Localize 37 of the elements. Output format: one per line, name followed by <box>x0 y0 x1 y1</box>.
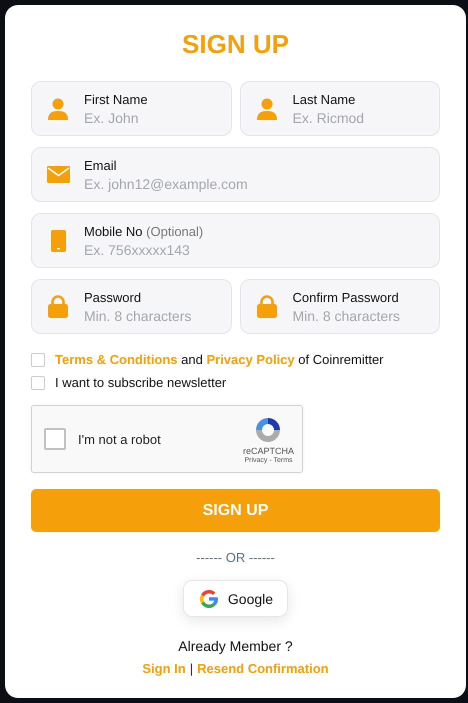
google-icon <box>198 588 220 610</box>
captcha-label: I'm not a robot <box>78 432 162 446</box>
person-icon <box>48 98 68 120</box>
field-label: Last Name <box>292 92 356 106</box>
text-input[interactable]: Min. 8 characters <box>292 308 439 324</box>
input-field[interactable]: First Name Ex. John <box>31 81 232 136</box>
text-input[interactable]: Ex. Ricmod <box>292 110 439 126</box>
person-icon <box>256 98 276 120</box>
lock-icon <box>48 295 68 318</box>
input-field[interactable]: Mobile No (Optional) Ex. 756xxxxx143 <box>31 213 440 268</box>
field-label: First Name <box>84 92 149 106</box>
member-text: Already Member ? <box>177 638 294 654</box>
field-label: Mobile No (Optional) <box>84 224 204 238</box>
or-divider: ------ OR ------ <box>195 550 276 565</box>
google-button[interactable]: Google <box>182 580 288 617</box>
captcha-checkbox[interactable] <box>44 428 66 450</box>
text-input[interactable]: Ex. 756xxxxx143 <box>84 242 439 258</box>
lock-icon <box>256 295 276 318</box>
field-label: Password <box>84 290 142 304</box>
checkbox[interactable] <box>31 352 45 366</box>
checkbox-label: Terms & Conditions and Privacy Policy of Coinremitter <box>55 352 384 367</box>
text-input[interactable]: Ex. John <box>84 110 230 126</box>
envelope-icon <box>46 166 70 183</box>
field-label: Confirm Password <box>292 290 400 304</box>
input-field[interactable]: Password Min. 8 characters <box>31 279 232 334</box>
page-title: SIGN UP <box>181 29 290 59</box>
text-input[interactable]: Ex. john12@example.com <box>84 176 439 192</box>
input-field[interactable]: Email Ex. john12@example.com <box>31 147 440 202</box>
checkbox-label: I want to subscribe newsletter <box>55 375 226 390</box>
captcha-brand: reCAPTCHA <box>242 446 294 456</box>
input-field[interactable]: Last Name Ex. Ricmod <box>240 81 440 136</box>
link-separator: | <box>190 661 194 677</box>
phone-icon <box>50 230 66 252</box>
field-label: Email <box>84 158 118 172</box>
text-input[interactable]: Min. 8 characters <box>84 308 230 324</box>
input-field[interactable]: Confirm Password Min. 8 characters <box>240 279 440 334</box>
checkbox[interactable] <box>31 376 45 390</box>
